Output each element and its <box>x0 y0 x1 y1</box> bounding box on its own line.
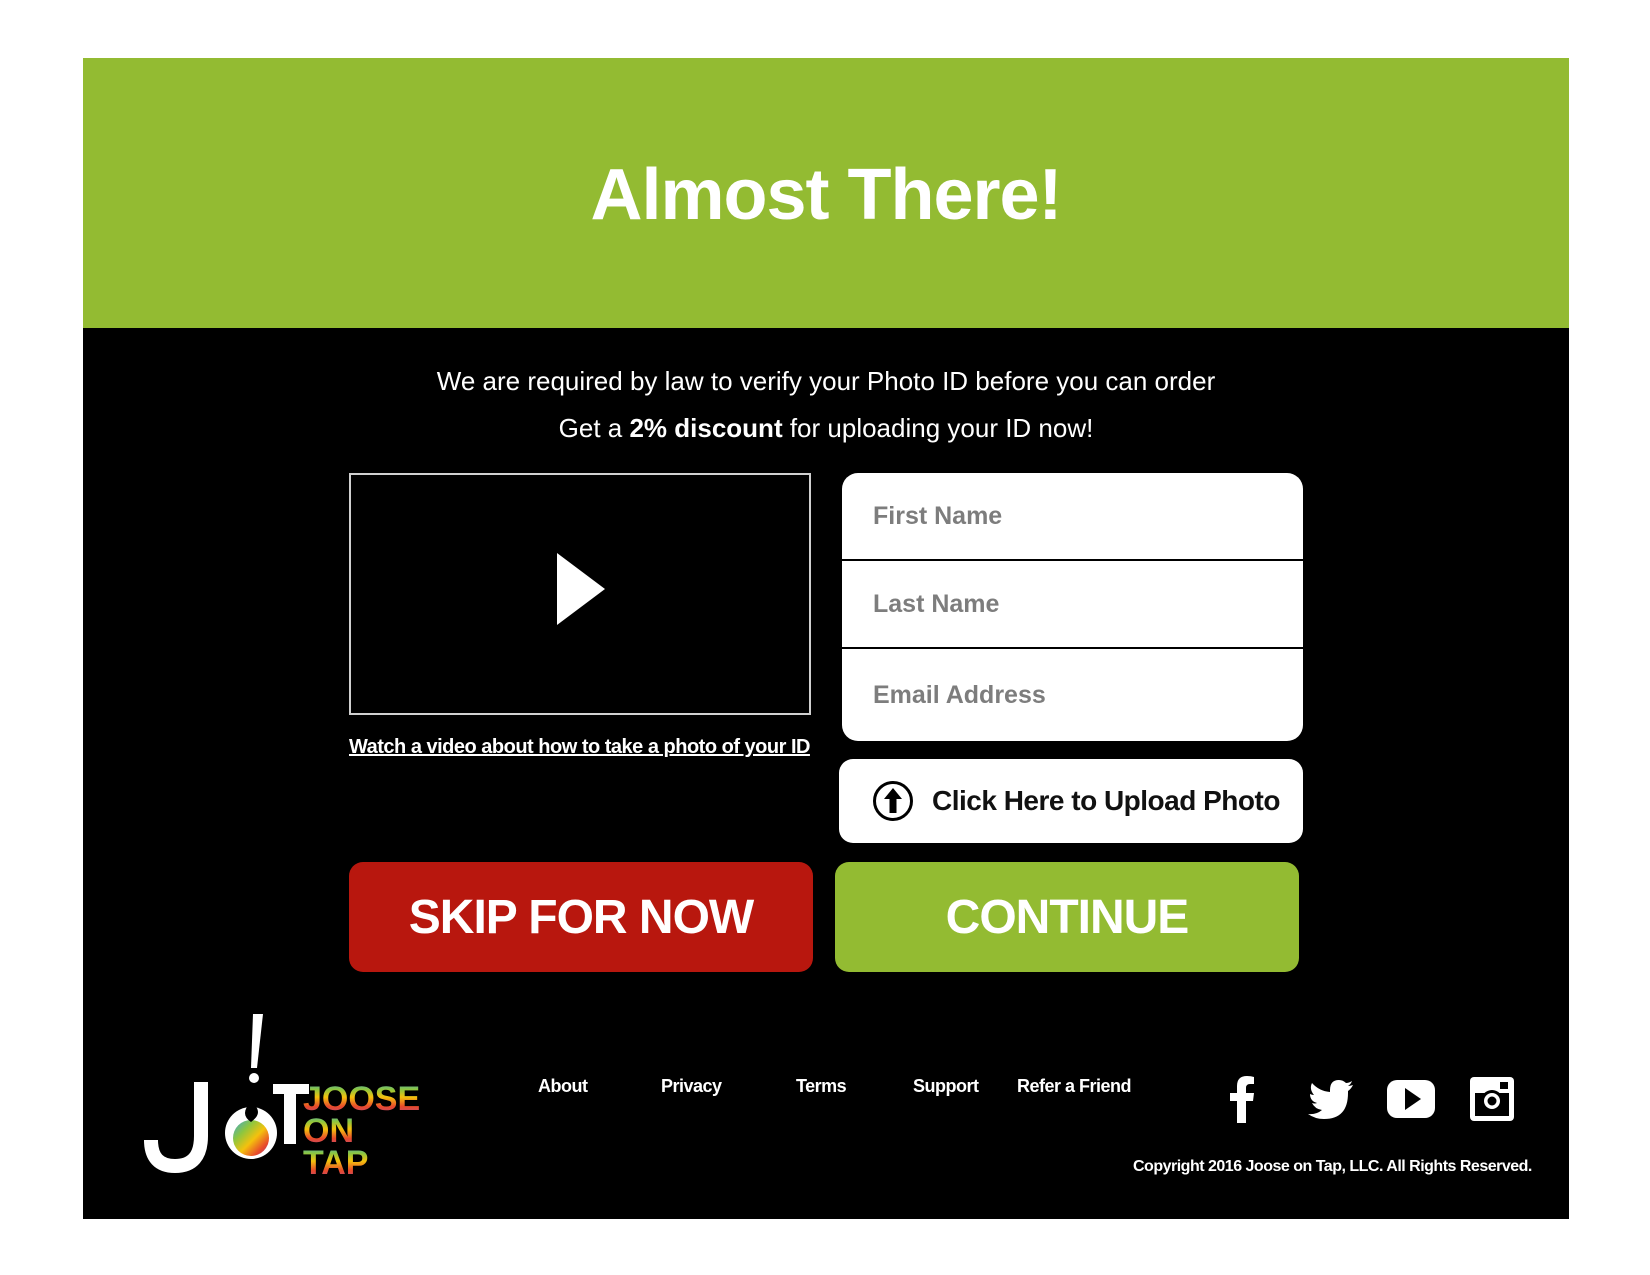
email-input[interactable] <box>842 649 1303 741</box>
intro-line-1: We are required by law to verify your Ph… <box>436 366 1216 396</box>
instagram-icon[interactable] <box>1466 1073 1518 1125</box>
id-form <box>842 473 1303 741</box>
copyright-text: Copyright 2016 Joose on Tap, LLC. All Ri… <box>1133 1158 1532 1175</box>
logo-mark: JOOSE ON TAP <box>144 1014 420 1182</box>
facebook-icon[interactable] <box>1217 1073 1269 1125</box>
discount-highlight: 2% discount <box>629 413 783 443</box>
footer-link-about[interactable]: About <box>538 1076 588 1097</box>
play-icon[interactable] <box>557 553 605 625</box>
skip-button[interactable]: SKIP FOR NOW <box>349 862 813 972</box>
intro-text: We are required by law to verify your Ph… <box>83 358 1569 452</box>
video-player[interactable] <box>349 473 811 715</box>
upload-photo-label: Click Here to Upload Photo <box>932 785 1280 816</box>
first-name-input[interactable] <box>842 473 1303 559</box>
footer-link-privacy[interactable]: Privacy <box>661 1076 722 1097</box>
header-banner: Almost There! <box>83 58 1569 328</box>
twitter-icon[interactable] <box>1305 1073 1357 1125</box>
video-help-link[interactable]: Watch a video about how to take a photo … <box>349 736 810 759</box>
page-frame: Almost There! We are required by law to … <box>83 58 1569 1219</box>
upload-arrow-icon <box>873 781 913 821</box>
svg-text:TAP: TAP <box>303 1144 368 1182</box>
upload-photo-button[interactable]: Click Here to Upload Photo <box>839 759 1303 843</box>
footer-link-support[interactable]: Support <box>913 1076 979 1097</box>
joose-on-tap-logo[interactable]: JOOSE ON TAP <box>143 998 443 1188</box>
footer-link-terms[interactable]: Terms <box>796 1076 847 1097</box>
last-name-input[interactable] <box>842 561 1303 647</box>
intro-line-2: Get a 2% discount for uploading your ID … <box>558 413 1094 443</box>
page-title: Almost There! <box>590 155 1062 235</box>
continue-button[interactable]: CONTINUE <box>835 862 1299 972</box>
youtube-icon[interactable] <box>1385 1073 1437 1125</box>
footer-link-refer-a-friend[interactable]: Refer a Friend <box>1017 1076 1132 1097</box>
